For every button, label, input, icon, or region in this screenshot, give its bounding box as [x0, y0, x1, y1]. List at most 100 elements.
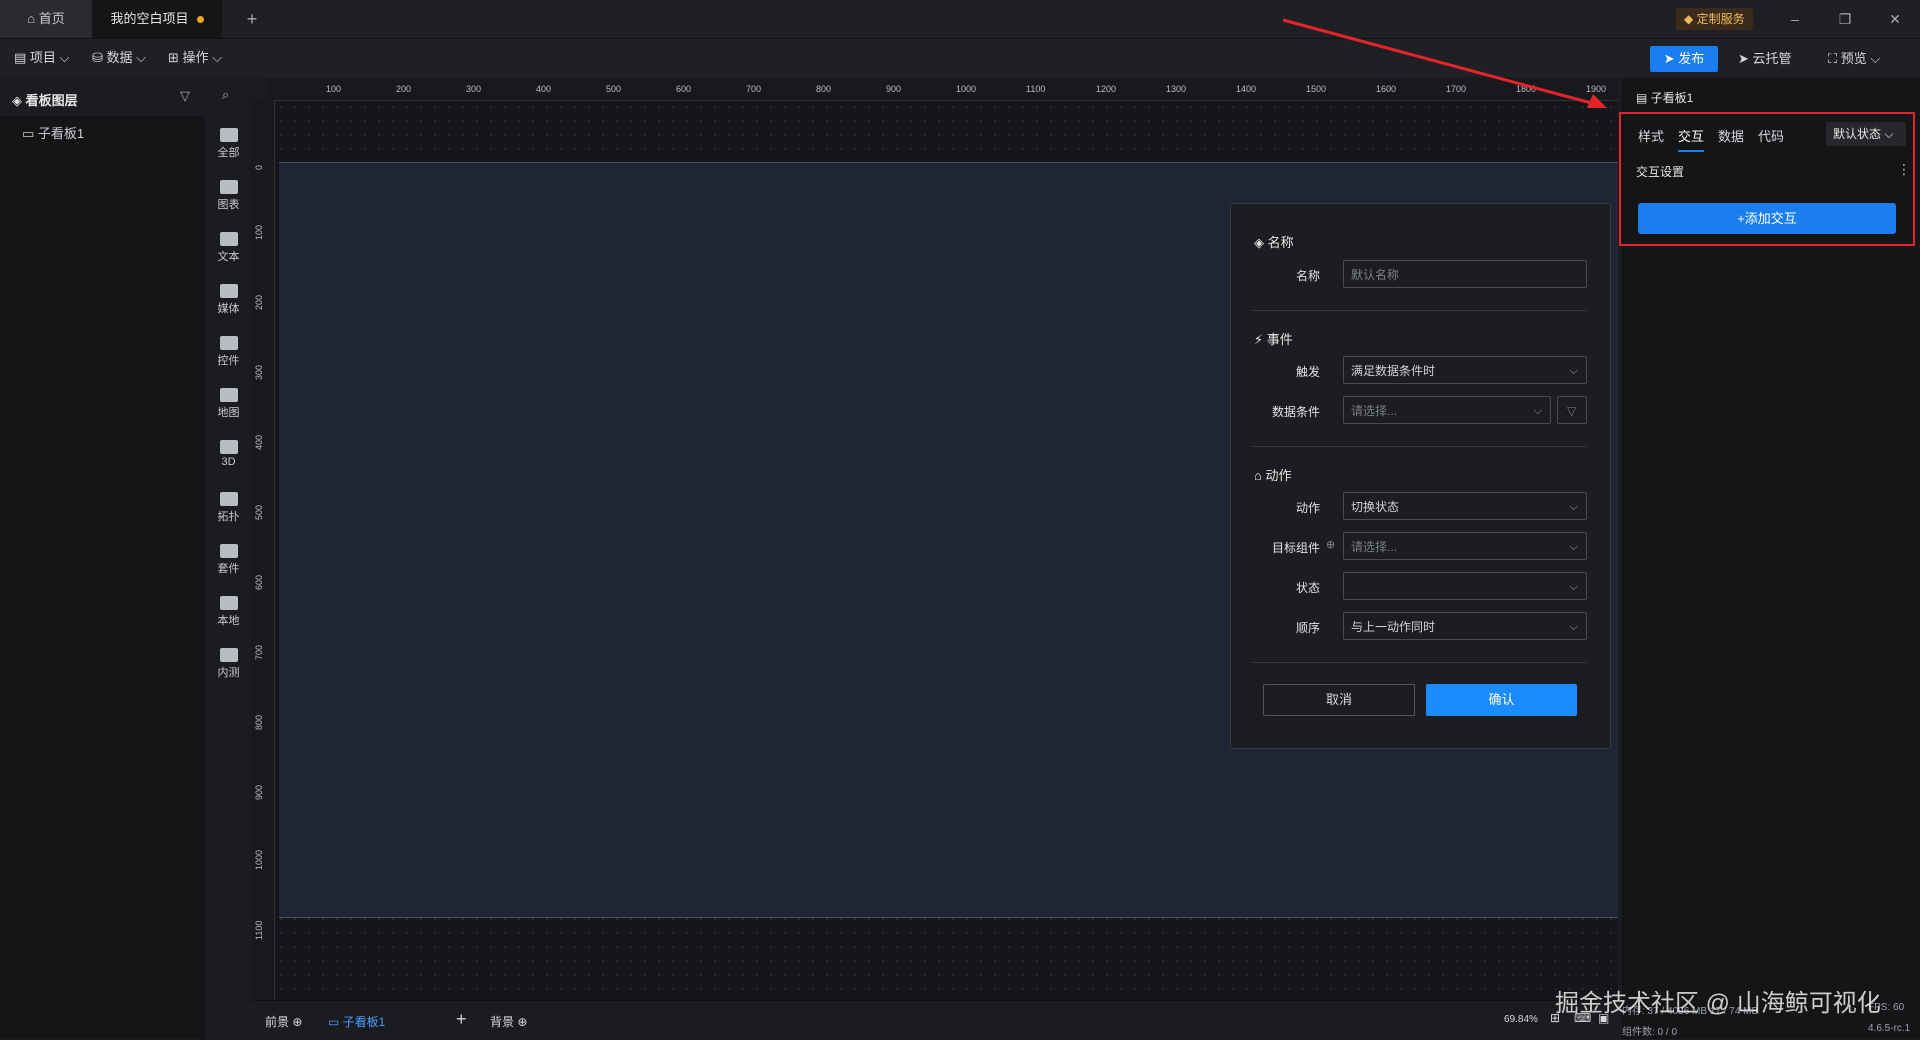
component-category[interactable]: 文本	[205, 232, 252, 264]
ruler-tick: 700	[746, 84, 762, 94]
add-tab-button[interactable]: +	[240, 0, 264, 38]
ruler-tick: 200	[254, 294, 264, 310]
component-category[interactable]: 套件	[205, 544, 252, 576]
diamond-icon: ◈	[1254, 235, 1268, 250]
name-input[interactable]: 默认名称	[1343, 260, 1587, 288]
chevron-down-icon: ⌵	[1866, 51, 1881, 66]
order-select[interactable]: 与上一动作同时 ⌵	[1343, 612, 1587, 640]
ruler-tick: 1300	[1166, 84, 1187, 94]
component-category[interactable]: 控件	[205, 336, 252, 368]
component-category[interactable]: 媒体	[205, 284, 252, 316]
ruler-tick: 700	[254, 644, 264, 660]
tab-project[interactable]: 我的空白项目	[92, 0, 222, 38]
component-category[interactable]: 全部	[205, 128, 252, 160]
component-category[interactable]: 图表	[205, 180, 252, 212]
close-button[interactable]: ✕	[1870, 0, 1920, 38]
board-icon: ▭	[22, 126, 38, 141]
ruler-tick: 300	[254, 364, 264, 380]
cloud-host-button[interactable]: ➤ 云托管	[1738, 46, 1792, 72]
map-icon	[219, 388, 238, 402]
ruler-tick: 1400	[1236, 84, 1257, 94]
send-icon: ➤	[1663, 51, 1679, 66]
control-icon	[219, 336, 238, 350]
home-icon: ⌂	[27, 11, 39, 26]
component-category[interactable]: 内测	[205, 648, 252, 680]
background-tab[interactable]: 背景 ⊕	[490, 1013, 527, 1030]
filter-icon[interactable]: ▽	[180, 88, 190, 104]
chevron-down-icon: ⌵	[1569, 581, 1578, 593]
layer-item[interactable]: ▭ 子看板1	[22, 123, 84, 142]
annotation-arrow-icon	[1282, 18, 1607, 108]
document-icon: ▤	[14, 50, 30, 65]
state-select[interactable]: ⌵	[1343, 572, 1587, 600]
filter-condition-button[interactable]: ▽	[1557, 396, 1587, 424]
ruler-tick: 100	[254, 224, 264, 240]
layers-panel	[0, 78, 205, 1039]
minimize-button[interactable]: –	[1770, 0, 1820, 38]
beta-icon	[219, 648, 238, 662]
order-label: 顺序	[1295, 621, 1320, 635]
ruler-tick: 800	[254, 714, 264, 730]
ruler-tick: 1200	[1096, 84, 1117, 94]
active-board-tab[interactable]: ▭ 子看板1	[328, 1013, 385, 1030]
diamond-icon: ◆	[1684, 12, 1697, 26]
ruler-tick: 500	[606, 84, 622, 94]
custom-service-button[interactable]: ◆ 定制服务	[1676, 8, 1753, 30]
ruler-tick: 0	[254, 164, 264, 170]
zoom-level: 69.84%	[1504, 1014, 1538, 1025]
confirm-button[interactable]: 确认	[1426, 684, 1577, 716]
add-board-button[interactable]: +	[456, 1009, 467, 1030]
unsaved-dot-icon	[196, 16, 204, 24]
menu-data[interactable]: ⛁ 数据 ⌵	[92, 39, 146, 77]
ruler-tick: 800	[816, 84, 832, 94]
tab-bar	[0, 0, 1920, 39]
maximize-button[interactable]: ❐	[1820, 0, 1870, 38]
add-circle-icon: ⊕	[514, 1015, 528, 1029]
trigger-select[interactable]: 满足数据条件时 ⌵	[1343, 356, 1587, 384]
state-label: 状态	[1295, 581, 1320, 595]
component-category[interactable]: 地图	[205, 388, 252, 420]
tab-home[interactable]: ⌂ 首页	[0, 0, 92, 38]
cube-icon	[219, 440, 238, 454]
divider	[1252, 662, 1587, 663]
ruler-tick: 1000	[956, 84, 977, 94]
preview-button[interactable]: ⛶ 预览 ⌵	[1828, 46, 1880, 72]
layers-icon: ◈	[12, 93, 26, 108]
menu-operation[interactable]: ⊞ 操作 ⌵	[168, 39, 222, 77]
foreground-tab[interactable]: 前景 ⊕	[265, 1013, 302, 1030]
divider	[1252, 310, 1587, 311]
publish-button[interactable]: ➤ 发布	[1650, 46, 1718, 72]
text-icon	[219, 232, 238, 246]
cancel-button[interactable]: 取消	[1263, 684, 1415, 716]
component-category[interactable]: 拓扑	[205, 492, 252, 524]
ruler-tick: 400	[254, 434, 264, 450]
layers-title: ◈ 看板图层	[12, 93, 78, 108]
ruler-tick: 100	[326, 84, 342, 94]
component-count: 组件数: 0 / 0	[1622, 1027, 1678, 1038]
menu-project[interactable]: ▤ 项目 ⌵	[14, 39, 69, 77]
condition-label: 数据条件	[1271, 405, 1320, 419]
chevron-down-icon: ⌵	[1533, 405, 1542, 417]
board-icon: ▭	[328, 1015, 343, 1029]
chevron-down-icon: ⌵	[1569, 501, 1578, 513]
action-select[interactable]: 切换状态 ⌵	[1343, 492, 1587, 520]
menu-bar	[0, 39, 1920, 77]
search-icon[interactable]: ⌕	[222, 87, 229, 103]
fullscreen-icon: ⛶	[1828, 51, 1841, 66]
media-icon	[219, 284, 238, 298]
condition-select[interactable]: 请选择... ⌵	[1343, 396, 1551, 424]
lightning-icon: ⚡	[1254, 332, 1267, 347]
target-pick-icon[interactable]: ⊕	[1326, 538, 1335, 551]
ruler-tick: 600	[254, 574, 264, 590]
component-category[interactable]: 3D	[205, 440, 252, 468]
bar-chart-icon	[219, 180, 238, 194]
target-select[interactable]: 请选择... ⌵	[1343, 532, 1587, 560]
panel-title: ▤ 子看板1	[1636, 91, 1694, 105]
component-category[interactable]: 本地	[205, 596, 252, 628]
chevron-down-icon: ⌵	[1569, 541, 1578, 553]
send-icon: ➤	[1738, 51, 1753, 66]
chevron-down-icon: ⌵	[55, 50, 70, 65]
name-label: 名称	[1295, 269, 1320, 283]
version-label: 4.6.5-rc.1	[1868, 1023, 1911, 1034]
ruler-left: 0 100 200 300 400 500 600 700 800 900 1000 1100	[252, 100, 275, 1000]
